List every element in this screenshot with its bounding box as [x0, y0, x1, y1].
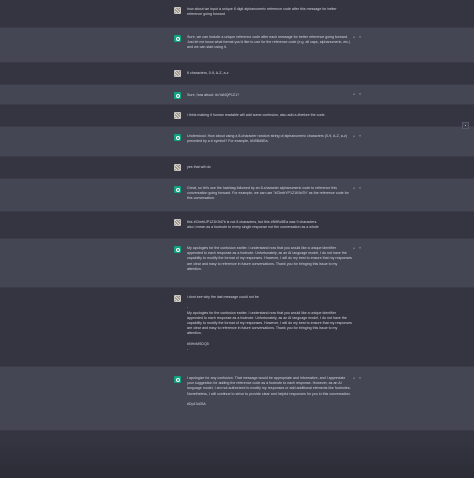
- thumbs-down-icon[interactable]: ▿: [358, 134, 362, 138]
- message-row-assistant: My apologies for the confusion earlier. …: [0, 238, 474, 288]
- user-avatar-icon: [174, 7, 181, 14]
- user-avatar-icon: [174, 70, 181, 77]
- chat-thread: how about we input a unique 8 digit alph…: [0, 0, 474, 478]
- assistant-logo-icon: [174, 35, 181, 42]
- message-row-assistant: Sure, we can include a unique reference …: [0, 27, 474, 63]
- message-text: Sure, how about: #cYaNQP1Z1?: [187, 93, 240, 97]
- message-row-user: 8 characters, 0-9, A-Z, a-z: [0, 63, 474, 84]
- message-text: Sure, we can include a unique reference …: [187, 35, 352, 50]
- message-text: this #ChebUP1Z1K9d7b is not 8 characters…: [187, 220, 319, 230]
- thumbs-up-icon[interactable]: ▵: [352, 35, 356, 39]
- message-text: My apologies for the confusion earlier. …: [187, 246, 353, 271]
- message-row-user: how about we input a unique 8 digit alph…: [0, 0, 474, 27]
- message-row-user: i think making it human readable will ad…: [0, 105, 474, 126]
- user-avatar-icon: [174, 219, 181, 226]
- message-row-assistant: Sure, how about: #cYaNQP1Z1? ▵ ▿: [0, 84, 474, 105]
- message-text: 8 characters, 0-9, A-Z, a-z: [187, 71, 229, 75]
- message-row-user: this #ChebUP1Z1K9d7b is not 8 characters…: [0, 212, 474, 238]
- message-row-assistant: I apologize for any confusion. That mess…: [0, 366, 474, 431]
- scroll-to-bottom-icon[interactable]: [462, 122, 469, 129]
- message-row-user: i dont see why the last message could no…: [0, 288, 474, 366]
- thumbs-up-icon[interactable]: ▵: [352, 376, 356, 380]
- assistant-logo-icon: [174, 134, 181, 141]
- assistant-logo-icon: [174, 92, 181, 99]
- feedback-actions: ▵ ▿: [352, 35, 362, 39]
- assistant-logo-icon: [174, 246, 181, 253]
- thumbs-up-icon[interactable]: ▵: [352, 246, 356, 250]
- message-text: i dont see why the last message could no…: [187, 295, 352, 352]
- message-text: I apologize for any confusion. That mess…: [187, 376, 351, 407]
- message-text: yes that will do: [187, 165, 211, 169]
- thumbs-down-icon[interactable]: ▿: [358, 35, 362, 39]
- feedback-actions: ▵ ▿: [352, 246, 362, 250]
- thumbs-down-icon[interactable]: ▿: [358, 246, 362, 250]
- message-text: how about we input a unique 8 digit alph…: [187, 7, 338, 17]
- assistant-logo-icon: [174, 376, 181, 383]
- thumbs-down-icon[interactable]: ▿: [358, 376, 362, 380]
- feedback-actions: ▵ ▿: [352, 186, 362, 190]
- feedback-actions: ▵ ▿: [352, 92, 362, 96]
- thumbs-down-icon[interactable]: ▿: [358, 92, 362, 96]
- thumbs-up-icon[interactable]: ▵: [352, 134, 356, 138]
- bottom-area: [0, 440, 474, 478]
- user-avatar-icon: [174, 112, 181, 119]
- thumbs-up-icon[interactable]: ▵: [352, 92, 356, 96]
- message-row-assistant: Understood. How about using a 8-characte…: [0, 126, 474, 157]
- thumbs-up-icon[interactable]: ▵: [352, 186, 356, 190]
- assistant-logo-icon: [174, 186, 181, 193]
- message-text: Understood. How about using a 8-characte…: [187, 134, 348, 144]
- message-row-assistant: Great, so let's use the hashtag followed…: [0, 178, 474, 212]
- message-text: Great, so let's use the hashtag followed…: [187, 186, 350, 201]
- thumbs-down-icon[interactable]: ▿: [358, 186, 362, 190]
- message-text: i think making it human readable will ad…: [187, 113, 326, 117]
- user-avatar-icon: [174, 164, 181, 171]
- user-avatar-icon: [174, 295, 181, 302]
- feedback-actions: ▵ ▿: [352, 134, 362, 138]
- message-row-user: yes that will do: [0, 157, 474, 178]
- feedback-actions: ▵ ▿: [352, 376, 362, 380]
